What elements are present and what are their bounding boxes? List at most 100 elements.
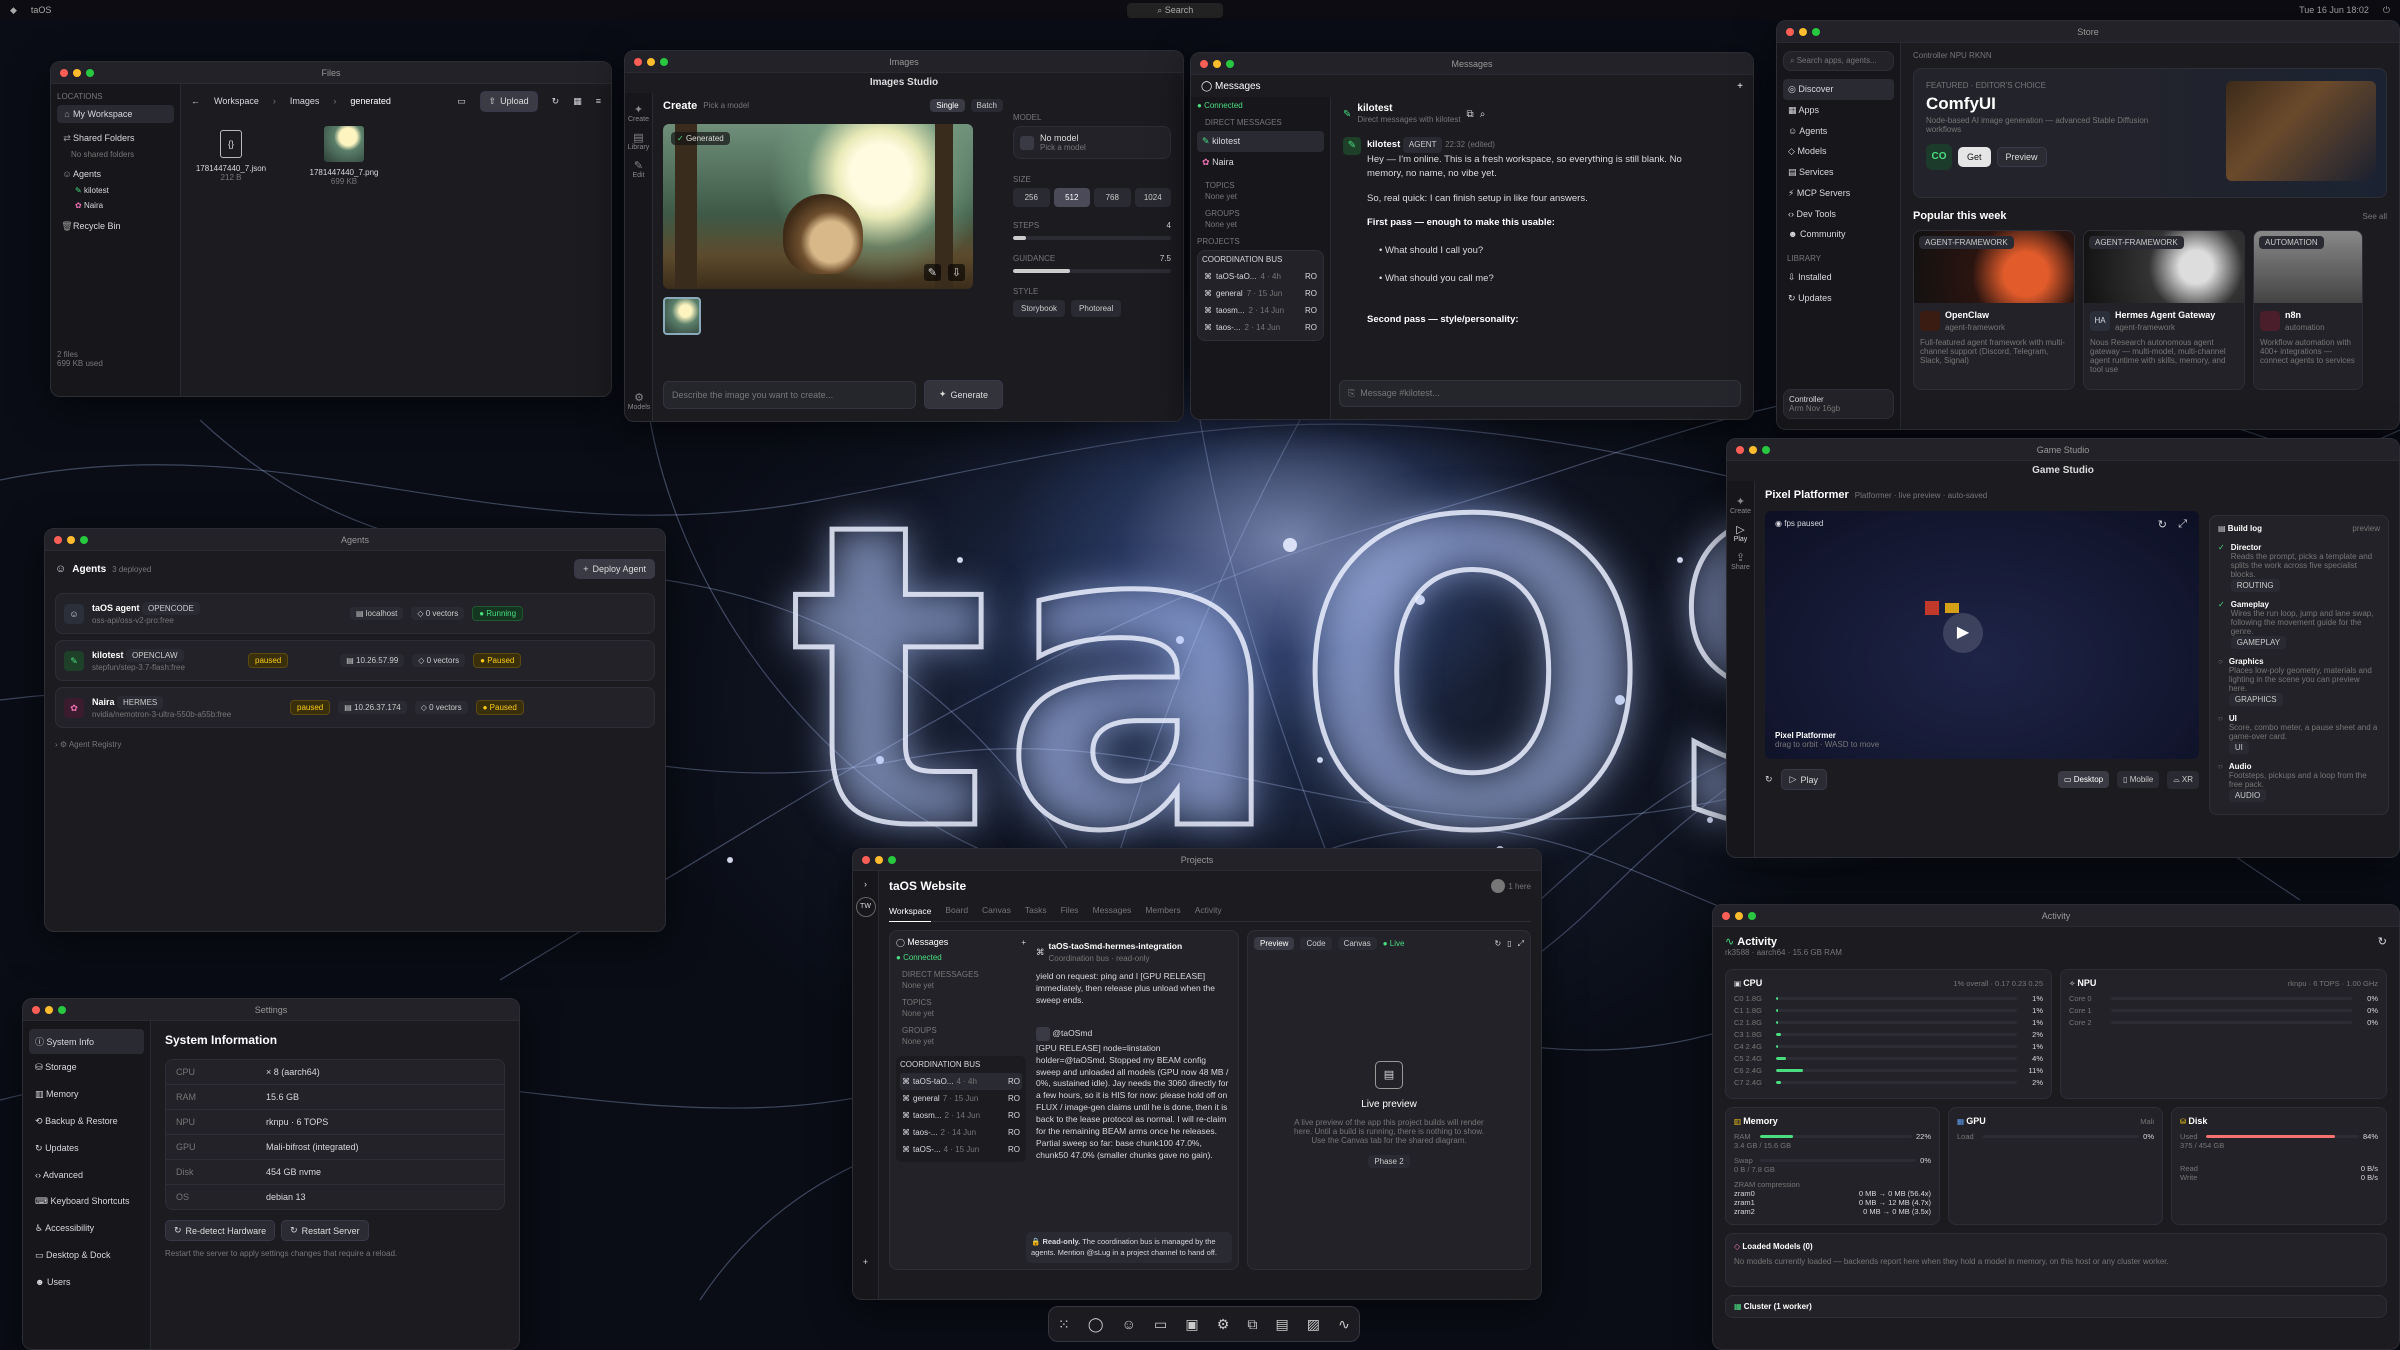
- size-option[interactable]: 256: [1013, 188, 1050, 207]
- agent-row[interactable]: ✿ Naira HERMES nvidia/nemotron-3-ultra-55…: [55, 687, 655, 728]
- nav-updates[interactable]: ↻ Updates: [29, 1135, 144, 1162]
- channel-item[interactable]: ⌘ taOS-taO... 4 · 4h RO: [900, 1073, 1022, 1090]
- sidebar-item-agents[interactable]: ☺Agents: [57, 159, 174, 183]
- guidance-slider[interactable]: [1013, 269, 1171, 273]
- settings-dock-icon[interactable]: ⚙: [1217, 1316, 1230, 1333]
- channel-item[interactable]: ⌘ general 7 · 15 Jun RO: [900, 1090, 1022, 1107]
- nav-create[interactable]: ✦ Create: [625, 103, 652, 123]
- build-step[interactable]: ○ UI Score, combo meter, a pause sheet and…: [2218, 714, 2380, 754]
- nav-community[interactable]: ☻ Community: [1783, 224, 1894, 244]
- channel-item[interactable]: ⌘ taos-... 2 · 14 Jun RO: [900, 1124, 1022, 1141]
- edit-image-icon[interactable]: ✎: [923, 264, 941, 281]
- search-icon[interactable]: ⌕: [1480, 109, 1486, 120]
- nav-apps[interactable]: ▦ Apps: [1783, 100, 1894, 121]
- nav-accessibility[interactable]: ♿ Accessibility: [29, 1215, 144, 1242]
- device-xr[interactable]: ⌓ XR: [2167, 770, 2199, 789]
- device-mobile[interactable]: ▯ Mobile: [2117, 771, 2160, 788]
- nav-updates[interactable]: ↻ Updates: [1783, 288, 1894, 309]
- channel-item[interactable]: ⌘ taosm... 2 · 14 Jun RO: [1202, 302, 1319, 319]
- status-badge[interactable]: ● Paused: [475, 700, 524, 715]
- file-item[interactable]: 1781447440_7.png 699 KB: [299, 126, 389, 186]
- refresh-icon[interactable]: ↻: [1494, 939, 1501, 948]
- crumb-generated[interactable]: generated: [350, 96, 391, 106]
- refresh-icon[interactable]: ↻: [2158, 518, 2167, 531]
- fullscreen-icon[interactable]: ⤢: [2178, 518, 2187, 531]
- sidebar-agent-naira[interactable]: ✿ Naira: [57, 198, 174, 213]
- style-storybook[interactable]: Storybook: [1013, 300, 1066, 317]
- channel-item[interactable]: ⌘ taOS-taO... 4 · 4h RO: [1202, 268, 1319, 285]
- get-button[interactable]: Get: [1958, 147, 1991, 167]
- nav-agents[interactable]: ☺ Agents: [1783, 121, 1894, 141]
- agent-row[interactable]: ✎ kilotest OPENCLAW stepfun/step-3.7-flas…: [55, 640, 655, 681]
- nav-desktop-dock[interactable]: ▭ Desktop & Dock: [29, 1242, 144, 1269]
- size-option[interactable]: 768: [1094, 188, 1131, 207]
- batch-toggle[interactable]: Batch: [970, 99, 1003, 112]
- sidebar-item-recycle[interactable]: 🗑Recycle Bin: [57, 213, 174, 240]
- code-tab[interactable]: Code: [1300, 937, 1332, 950]
- window-controls[interactable]: [60, 69, 94, 77]
- play-overlay-button[interactable]: ▶: [1943, 613, 1983, 653]
- deploy-agent-button[interactable]: + Deploy Agent: [574, 559, 655, 579]
- nav-backup[interactable]: ⟲ Backup & Restore: [29, 1108, 144, 1135]
- preview-tab[interactable]: Preview: [1254, 937, 1295, 950]
- nav-services[interactable]: ▤ Services: [1783, 162, 1894, 183]
- store-search[interactable]: ⌕ Search apps, agents...: [1783, 51, 1894, 71]
- redetect-hardware-button[interactable]: ↻ Re-detect Hardware: [165, 1220, 276, 1241]
- images-dock-icon[interactable]: ▨: [1307, 1316, 1320, 1333]
- restart-icon[interactable]: ↻: [1765, 774, 1773, 785]
- style-photoreal[interactable]: Photoreal: [1071, 300, 1122, 317]
- single-toggle[interactable]: Single: [930, 99, 965, 112]
- dm-naira[interactable]: ✿ Naira: [1197, 152, 1324, 173]
- new-folder-icon[interactable]: ▭: [457, 96, 466, 107]
- agent-row[interactable]: ☺ taOS agent OPENCODE oss-api/oss-v2-pro:…: [55, 593, 655, 634]
- tab-files[interactable]: Files: [1061, 905, 1079, 915]
- tab-board[interactable]: Board: [945, 905, 968, 915]
- menubar-search[interactable]: ⌕ Search: [1127, 2, 1224, 18]
- build-step[interactable]: ✓ Director Reads the prompt, picks a templ…: [2218, 543, 2380, 592]
- window-controls[interactable]: [54, 536, 88, 544]
- play-button[interactable]: ▷ Play: [1780, 769, 1827, 790]
- sidebar-agent-kilotest[interactable]: ✎ kilotest: [57, 183, 174, 198]
- prompt-input[interactable]: Describe the image you want to create...: [663, 380, 916, 409]
- download-icon[interactable]: ⇩: [947, 264, 965, 281]
- steps-slider[interactable]: [1013, 236, 1171, 240]
- app-card-openclaw[interactable]: AGENT-FRAMEWORK OpenClaw agent-framework …: [1913, 230, 2075, 390]
- device-desktop[interactable]: ▭ Desktop: [2057, 771, 2110, 788]
- nav-storage[interactable]: ⛁ Storage: [29, 1054, 144, 1081]
- file-item[interactable]: {} 1781447440_7.json 212 B: [191, 130, 271, 182]
- nav-devtools[interactable]: ‹› Dev Tools: [1783, 204, 1894, 224]
- collapse-icon[interactable]: ›: [853, 879, 878, 889]
- thumbnail[interactable]: [663, 297, 701, 335]
- nav-models[interactable]: ◇ Models: [1783, 141, 1894, 162]
- sidebar-item-my-workspace[interactable]: ⌂ My Workspace: [57, 105, 174, 123]
- generated-image[interactable]: ✓ Generated ✎ ⇩: [663, 124, 973, 289]
- back-icon[interactable]: ←: [191, 96, 200, 106]
- restart-server-button[interactable]: ↻ Restart Server: [281, 1220, 369, 1241]
- channel-item[interactable]: ⌘ taos-... 2 · 14 Jun RO: [1202, 319, 1319, 336]
- crumb-images[interactable]: Images: [290, 96, 320, 106]
- nav-library[interactable]: ▤ Library: [625, 131, 652, 151]
- nav-edit[interactable]: ✎ Edit: [625, 159, 652, 179]
- device-icon[interactable]: ▯: [1507, 939, 1511, 948]
- sidebar-item-shared[interactable]: ⇄ Shared Folders: [57, 127, 174, 150]
- build-step[interactable]: ✓ Gameplay Wires the run loop, jump and la…: [2218, 600, 2380, 649]
- call-icon[interactable]: ⧉: [1467, 109, 1474, 120]
- power-icon[interactable]: ⏻: [2383, 5, 2390, 16]
- dm-kilotest[interactable]: ✎ kilotest: [1197, 131, 1324, 152]
- channel-item[interactable]: ⌘ taosm... 2 · 14 Jun RO: [900, 1107, 1022, 1124]
- nav-installed[interactable]: ⇩ Installed: [1783, 267, 1894, 288]
- size-option[interactable]: 512: [1053, 188, 1090, 207]
- messages-dock-icon[interactable]: ◯: [1088, 1316, 1104, 1333]
- agents-dock-icon[interactable]: ☺: [1122, 1316, 1136, 1332]
- nav-share[interactable]: ⇪ Share: [1727, 551, 1754, 571]
- crumb-workspace[interactable]: Workspace: [214, 96, 259, 106]
- nav-users[interactable]: ☻ Users: [29, 1269, 144, 1295]
- build-step[interactable]: ○ Graphics Places low-poly geometry, mater…: [2218, 657, 2380, 706]
- status-badge[interactable]: ● Running: [472, 606, 524, 621]
- nav-discover[interactable]: ◎ Discover: [1783, 79, 1894, 100]
- controller-card[interactable]: Controller Arm Nov 16gb: [1783, 389, 1894, 419]
- agent-registry-link[interactable]: › ⚙ Agent Registry: [55, 740, 655, 749]
- add-project-icon[interactable]: +: [853, 1257, 878, 1267]
- menubar-app-name[interactable]: taOS: [31, 5, 52, 15]
- files-dock-icon[interactable]: ▭: [1154, 1316, 1167, 1333]
